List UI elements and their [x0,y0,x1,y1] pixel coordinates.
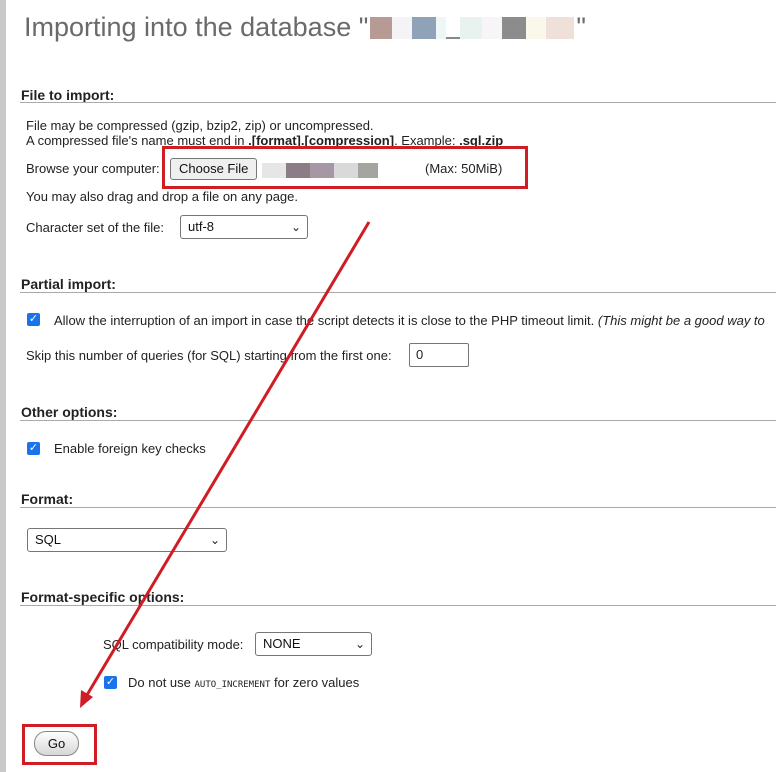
foreign-key-checkbox[interactable]: ✓ [27,442,40,455]
page-title-suffix: " [576,12,586,42]
redacted-database-name [370,16,575,39]
annotation-arrow-head [80,690,93,708]
allow-interrupt-checkbox[interactable]: ✓ [27,313,40,326]
annotation-box-file-input [162,146,528,189]
auto-increment-label: Do not use AUTO_INCREMENT for zero value… [128,675,359,690]
skip-queries-input[interactable]: 0 [409,343,469,367]
section-title-file-import: File to import: [21,87,115,103]
auto-increment-code: AUTO_INCREMENT [194,680,271,690]
charset-label: Character set of the file: [26,220,165,235]
section-title-other-options: Other options: [21,404,118,420]
section-divider [20,102,776,103]
section-divider [20,605,776,606]
annotation-box-go-button [22,724,97,765]
checkmark-icon: ✓ [28,442,39,454]
checkmark-icon: ✓ [28,313,39,325]
section-divider [20,420,776,421]
auto-increment-checkbox[interactable]: ✓ [104,676,117,689]
charset-select[interactable]: utf-8 ⌄ [180,215,308,239]
annotation-arrow [80,221,371,708]
checkmark-icon: ✓ [105,676,116,688]
allow-interrupt-hint: (This might be a good way to [597,313,765,328]
browse-label: Browse your computer: [26,161,160,176]
auto-increment-prefix: Do not use [128,675,195,690]
chevron-down-icon: ⌄ [290,220,301,234]
drag-drop-note: You may also drag and drop a file on any… [26,189,298,204]
skip-queries-label: Skip this number of queries (for SQL) st… [26,348,392,363]
section-title-partial-import: Partial import: [21,276,116,292]
allow-interrupt-text: Allow the interruption of an import in c… [54,313,595,328]
section-title-format-specific: Format-specific options: [21,589,185,605]
chevron-down-icon: ⌄ [209,533,220,547]
annotation-arrow-line [82,221,371,701]
format-select[interactable]: SQL ⌄ [27,528,227,552]
page-left-border [0,0,6,772]
allow-interrupt-label: Allow the interruption of an import in c… [54,313,765,328]
charset-selected-value: utf-8 [188,219,215,234]
compression-note: File may be compressed (gzip, bzip2, zip… [26,118,374,133]
compat-mode-selected-value: NONE [263,636,301,651]
foreign-key-label: Enable foreign key checks [54,441,206,456]
format-selected-value: SQL [35,532,62,547]
compat-mode-select[interactable]: NONE ⌄ [255,632,372,656]
chevron-down-icon: ⌄ [354,637,365,651]
page-title: Importing into the database " " [24,12,586,43]
section-title-format: Format: [21,491,74,507]
section-divider [20,507,776,508]
auto-increment-suffix: for zero values [270,675,360,690]
page-title-prefix: Importing into the database " [24,12,369,42]
compat-mode-label: SQL compatibility mode: [103,637,244,652]
section-divider [20,292,776,293]
